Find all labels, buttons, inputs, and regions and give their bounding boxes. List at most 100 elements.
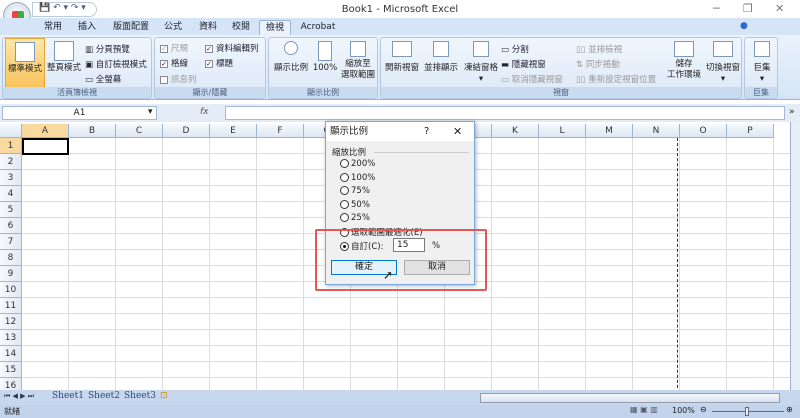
row-header[interactable]: 3	[0, 170, 22, 186]
tab-review[interactable]: 校閱	[226, 20, 256, 36]
column-header[interactable]: L	[539, 124, 586, 138]
new-window-button[interactable]: 開新視窗	[383, 41, 421, 74]
row-header[interactable]: 4	[0, 186, 22, 202]
active-cell[interactable]	[22, 138, 69, 155]
ruler-checkbox[interactable]: ✓ 尺規	[160, 42, 188, 54]
view-side-by-side-button[interactable]: ▯▯ 並排檢視	[576, 43, 622, 55]
split-button[interactable]: ▭ 分割	[501, 43, 529, 55]
column-header[interactable]: B	[69, 124, 116, 138]
row-header[interactable]: 5	[0, 202, 22, 218]
row-header[interactable]: 1	[0, 138, 22, 154]
help-button[interactable]: ?	[424, 126, 429, 137]
redo-button[interactable]: ↷ ▾	[71, 3, 86, 13]
gridlines-checkbox[interactable]: ✓ 格線	[160, 57, 188, 69]
formula-input[interactable]	[225, 106, 785, 120]
radio-75[interactable]: 75%	[340, 186, 370, 196]
horizontal-scrollbar[interactable]	[480, 393, 780, 403]
sheet-tab-2[interactable]: Sheet2	[88, 391, 120, 401]
vertical-scrollbar[interactable]	[790, 122, 800, 390]
save-workspace-button[interactable]: 儲存 工作環境	[665, 41, 703, 81]
new-window-icon	[392, 41, 412, 57]
switch-windows-icon	[713, 41, 733, 57]
tab-view[interactable]: 檢視	[259, 20, 291, 36]
select-all-corner[interactable]	[0, 124, 22, 138]
grid-line	[22, 377, 790, 378]
tab-insert[interactable]: 插入	[72, 20, 102, 36]
column-header[interactable]: P	[727, 124, 774, 138]
zoom-out-icon[interactable]: ⊖	[700, 405, 707, 414]
row-header[interactable]: 11	[0, 298, 22, 314]
sheet-tab-3[interactable]: Sheet3	[124, 391, 156, 401]
insert-function-button[interactable]: fx	[200, 107, 209, 117]
tab-formulas[interactable]: 公式	[158, 20, 188, 36]
group-macros: 巨集 ▾ 巨集	[744, 37, 778, 99]
insert-sheet-icon[interactable]: ⊡	[160, 391, 168, 401]
view-buttons[interactable]: ▦ ▣ ▥	[630, 405, 658, 414]
zoom-to-selection-button[interactable]: 縮放至 選取範圍	[339, 41, 377, 81]
custom-views-button[interactable]: ▣ 自訂檢視模式	[85, 58, 147, 70]
tab-page-layout[interactable]: 版面配置	[106, 20, 156, 36]
sheet-tab-1[interactable]: Sheet1	[52, 391, 84, 401]
restore-button[interactable]: ❐	[743, 2, 753, 15]
page-layout-button[interactable]: 整頁模式	[45, 41, 83, 74]
zoom-level[interactable]: 100%	[672, 406, 695, 415]
hide-window-button[interactable]: ▬ 隱藏視窗	[501, 58, 546, 70]
zoom-slider-thumb[interactable]	[745, 407, 749, 416]
tab-data[interactable]: 資料	[193, 20, 223, 36]
row-header[interactable]: 8	[0, 250, 22, 266]
message-bar-checkbox[interactable]: 訊息列	[160, 73, 197, 85]
zoom-100-button[interactable]: 100%	[311, 41, 339, 74]
unhide-window-button[interactable]: ▭ 取消隱藏視窗	[501, 73, 563, 85]
radio-200[interactable]: 200%	[340, 159, 375, 169]
row-header[interactable]: 7	[0, 234, 22, 250]
save-icon[interactable]: 💾	[39, 3, 50, 13]
ribbon: 標準模式 整頁模式 ▥ 分頁預覽 ▣ 自訂檢視模式 ▭ 全螢幕 活頁簿檢視 ✓ 尺…	[0, 35, 800, 100]
column-header[interactable]: E	[210, 124, 257, 138]
tab-acrobat[interactable]: Acrobat	[296, 20, 340, 36]
tab-home[interactable]: 常用	[38, 20, 68, 36]
zoom-in-icon[interactable]: ⊕	[786, 405, 793, 414]
dialog-close-button[interactable]: ✕	[453, 125, 462, 138]
page-break-preview-button[interactable]: ▥ 分頁預覽	[85, 43, 130, 55]
row-header[interactable]: 6	[0, 218, 22, 234]
help-icon[interactable]: ●	[740, 21, 748, 31]
row-header[interactable]: 10	[0, 282, 22, 298]
column-header[interactable]: A	[22, 124, 69, 138]
row-header[interactable]: 15	[0, 362, 22, 378]
minimize-button[interactable]: ─	[713, 2, 720, 15]
name-box-dropdown-icon[interactable]: ▾	[148, 107, 153, 117]
arrange-all-button[interactable]: 並排顯示	[421, 41, 461, 74]
switch-windows-button[interactable]: 切換視窗 ▾	[703, 41, 743, 85]
magnification-group-label: 縮放比例	[332, 148, 367, 158]
macros-button[interactable]: 巨集 ▾	[747, 41, 777, 85]
sync-scroll-button[interactable]: ⇅ 同步捲動	[576, 58, 620, 70]
close-button[interactable]: ✕	[775, 2, 784, 15]
row-header[interactable]: 12	[0, 314, 22, 330]
column-header[interactable]: C	[116, 124, 163, 138]
normal-view-button[interactable]: 標準模式	[5, 38, 45, 88]
radio-50[interactable]: 50%	[340, 200, 370, 210]
formula-bar-checkbox[interactable]: ✓ 資料編輯列	[205, 42, 259, 54]
radio-100[interactable]: 100%	[340, 173, 375, 183]
row-header[interactable]: 16	[0, 378, 22, 390]
freeze-panes-button[interactable]: 凍結窗格 ▾	[461, 41, 501, 85]
zoom-button[interactable]: 顯示比例	[271, 41, 311, 74]
column-header[interactable]: M	[586, 124, 633, 138]
headings-checkbox[interactable]: ✓ 標題	[205, 57, 233, 69]
full-screen-button[interactable]: ▭ 全螢幕	[85, 73, 121, 85]
reset-window-position-button[interactable]: ▯▯ 重新設定視窗位置	[576, 73, 656, 85]
undo-button[interactable]: ↶ ▾	[53, 3, 68, 13]
column-header[interactable]: O	[680, 124, 727, 138]
radio-25[interactable]: 25%	[340, 213, 370, 223]
column-header[interactable]: D	[163, 124, 210, 138]
column-header[interactable]: F	[257, 124, 304, 138]
name-box[interactable]: A1	[2, 106, 157, 120]
column-header[interactable]: N	[633, 124, 680, 138]
expand-formula-bar-icon[interactable]: »	[789, 107, 795, 117]
row-header[interactable]: 14	[0, 346, 22, 362]
row-header[interactable]: 9	[0, 266, 22, 282]
column-header[interactable]: K	[492, 124, 539, 138]
row-header[interactable]: 13	[0, 330, 22, 346]
sheet-nav-arrows[interactable]: ⏮ ◀ ▶ ⏭	[4, 392, 34, 401]
row-header[interactable]: 2	[0, 154, 22, 170]
